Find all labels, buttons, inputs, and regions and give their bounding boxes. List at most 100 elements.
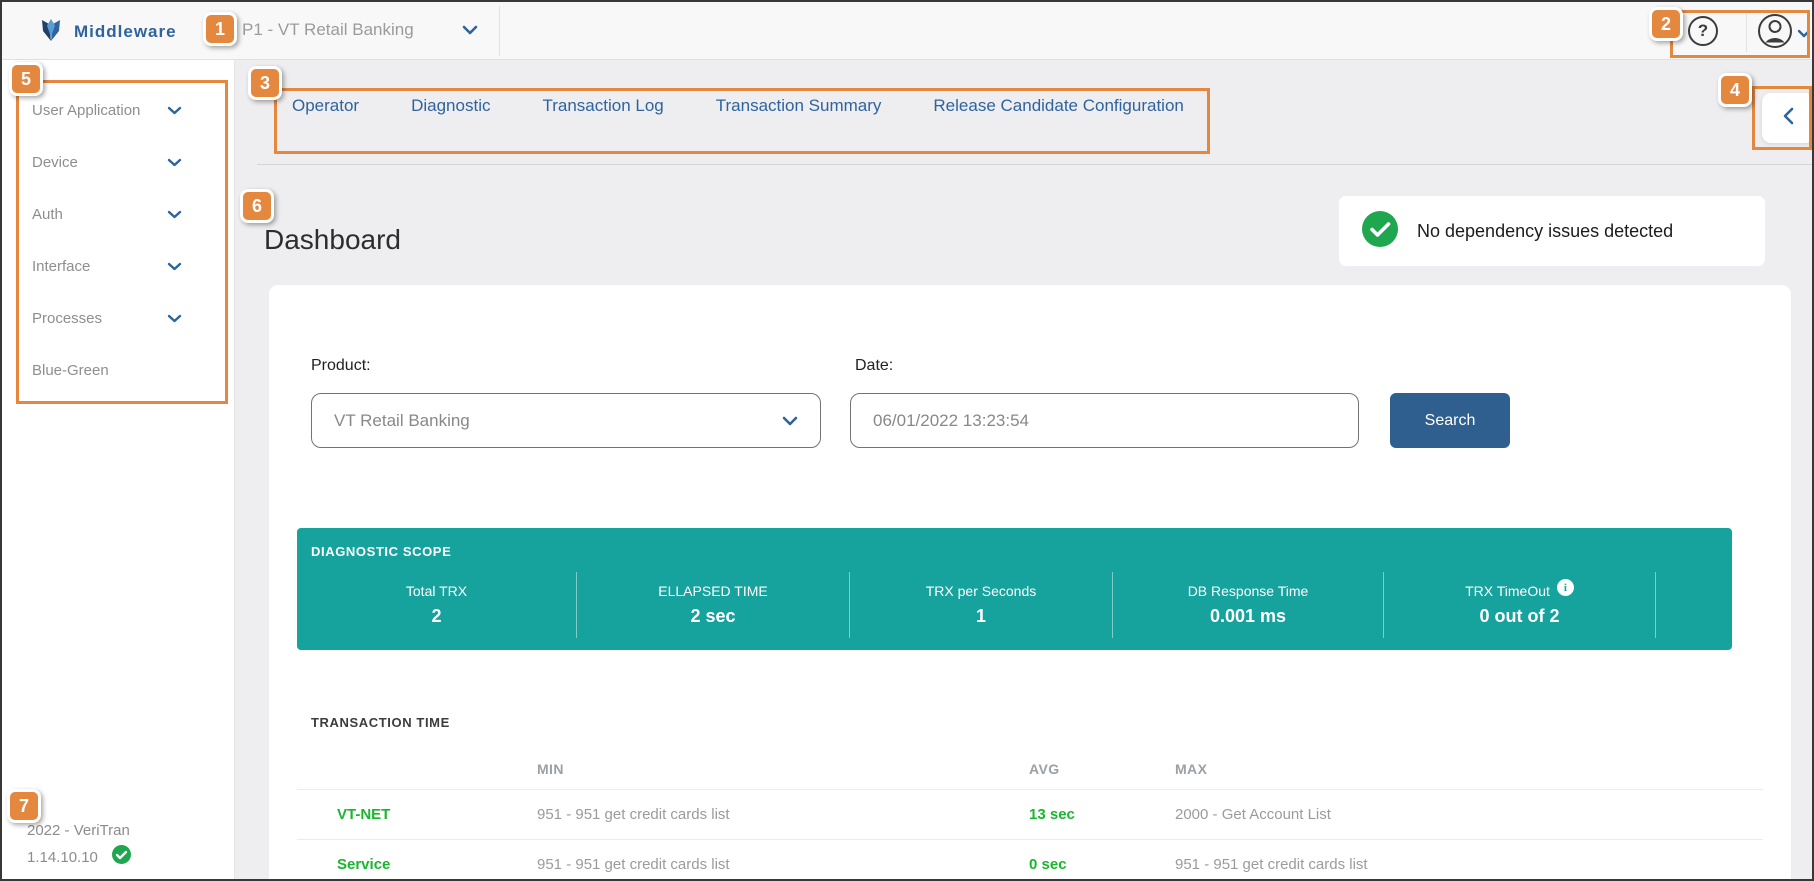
chevron-left-icon xyxy=(1782,107,1794,130)
tab-transaction-summary[interactable]: Transaction Summary xyxy=(716,96,882,116)
chevron-down-icon xyxy=(167,158,182,167)
sidebar-item-processes[interactable]: Processes xyxy=(2,292,234,344)
stat-total-trx: Total TRX 2 xyxy=(297,572,577,638)
tab-release-candidate-configuration[interactable]: Release Candidate Configuration xyxy=(933,96,1183,116)
table-header-row: MIN AVG MAX xyxy=(297,748,1763,790)
page-title: Dashboard xyxy=(264,224,401,255)
row-name: Service xyxy=(337,856,391,873)
row-name: VT-NET xyxy=(337,806,391,823)
chevron-down-icon xyxy=(462,25,478,35)
date-label: Date: xyxy=(855,357,894,374)
chevron-down-icon xyxy=(1797,29,1811,38)
diagnostic-scope-panel: DIAGNOSTIC SCOPE Total TRX 2 ELLAPSED TI… xyxy=(297,528,1732,650)
diagnostic-scope-stats: Total TRX 2 ELLAPSED TIME 2 sec TRX per … xyxy=(297,572,1732,638)
date-input-value: 06/01/2022 13:23:54 xyxy=(873,410,1029,430)
collapse-panel-button[interactable] xyxy=(1762,93,1812,143)
stat-label: DB Response Time xyxy=(1187,583,1309,599)
stat-db-response-time: DB Response Time 0.001 ms xyxy=(1113,572,1384,638)
transaction-time-title: TRANSACTION TIME xyxy=(311,715,450,730)
section-tabs: Operator Diagnostic Transaction Log Tran… xyxy=(292,96,1184,116)
stat-value: 0 out of 2 xyxy=(1479,606,1560,626)
row-min: 951 - 951 get credit cards list xyxy=(537,806,730,823)
stat-label: ELLAPSED TIME xyxy=(658,583,768,599)
chevron-down-icon xyxy=(167,106,182,115)
callout-badge-2: 2 xyxy=(1649,7,1683,41)
avatar-icon xyxy=(1757,13,1793,54)
product-environment-selector[interactable]: P1 - VT Retail Banking xyxy=(242,20,478,40)
callout-badge-4: 4 xyxy=(1718,73,1752,107)
callout-badge-7: 7 xyxy=(7,789,41,823)
copyright-text: 2022 - VeriTran xyxy=(27,822,130,839)
row-avg: 13 sec xyxy=(1029,806,1075,823)
sidebar-item-blue-green[interactable]: Blue-Green xyxy=(2,344,234,396)
sidebar-item-label: Device xyxy=(32,153,78,171)
sidebar-item-label: Blue-Green xyxy=(32,361,109,379)
row-max: 2000 - Get Account List xyxy=(1175,806,1331,823)
row-avg: 0 sec xyxy=(1029,856,1067,873)
search-button[interactable]: Search xyxy=(1390,393,1510,448)
chevron-down-icon xyxy=(167,262,182,271)
row-max: 951 - 951 get credit cards list xyxy=(1175,856,1368,873)
dependency-status-text: No dependency issues detected xyxy=(1417,220,1674,241)
date-input[interactable]: 06/01/2022 13:23:54 xyxy=(850,393,1359,448)
user-menu[interactable] xyxy=(1757,13,1811,54)
question-icon: ? xyxy=(1697,21,1709,40)
product-environment-label: P1 - VT Retail Banking xyxy=(242,20,414,39)
tab-operator[interactable]: Operator xyxy=(292,96,359,116)
callout-badge-5: 5 xyxy=(9,62,43,96)
tab-diagnostic[interactable]: Diagnostic xyxy=(411,96,490,116)
dependency-status-card: No dependency issues detected xyxy=(1339,196,1765,266)
topbar-divider xyxy=(1746,10,1747,52)
stat-value: 2 xyxy=(431,606,442,626)
help-button[interactable]: ? xyxy=(1688,16,1718,46)
transaction-time-section: TRANSACTION TIME MIN AVG MAX VT-NET 951 … xyxy=(297,715,1763,879)
stat-value: 0.001 ms xyxy=(1209,606,1287,626)
sidebar-item-interface[interactable]: Interface xyxy=(2,240,234,292)
tabs-divider xyxy=(257,164,1812,165)
sidebar-item-label: User Application xyxy=(32,101,141,119)
product-label: Product: xyxy=(311,357,371,374)
table-header-max: MAX xyxy=(1175,760,1208,777)
chevron-down-icon xyxy=(167,314,182,323)
callout-badge-1: 1 xyxy=(203,12,237,46)
chevron-down-icon xyxy=(167,210,182,219)
sidebar-item-device[interactable]: Device xyxy=(2,136,234,188)
table-header-min: MIN xyxy=(537,760,564,777)
sidebar-menu: User Application Device Auth Interface P… xyxy=(2,60,234,396)
stat-spacer xyxy=(1656,572,1732,638)
sidebar-item-label: Interface xyxy=(32,257,91,275)
version-text: 1.14.10.10 xyxy=(27,848,98,866)
info-icon[interactable]: i xyxy=(1556,579,1574,596)
table-header-avg: AVG xyxy=(1029,760,1060,777)
table-row: VT-NET 951 - 951 get credit cards list 1… xyxy=(297,790,1763,840)
sidebar-item-label: Auth xyxy=(32,205,63,223)
middleware-logo-icon xyxy=(38,16,64,47)
diagnostic-scope-title: DIAGNOSTIC SCOPE xyxy=(311,544,452,559)
topbar: Middleware P1 - VT Retail Banking ? xyxy=(2,2,1812,60)
brand-name: Middleware xyxy=(74,21,177,41)
sidebar-item-label: Processes xyxy=(32,309,103,327)
version-ok-icon xyxy=(111,845,131,869)
check-circle-icon xyxy=(1361,210,1399,253)
chevron-down-icon xyxy=(782,416,798,426)
stat-trx-per-seconds: TRX per Seconds 1 xyxy=(850,572,1113,638)
stat-value: 2 sec xyxy=(690,606,736,626)
stat-label: Total TRX xyxy=(405,583,468,599)
sidebar: User Application Device Auth Interface P… xyxy=(2,60,235,879)
tab-transaction-log[interactable]: Transaction Log xyxy=(542,96,663,116)
sidebar-item-auth[interactable]: Auth xyxy=(2,188,234,240)
stat-label-text: TRX TimeOut xyxy=(1465,583,1550,599)
transaction-time-table: MIN AVG MAX VT-NET 951 - 951 get credit … xyxy=(297,748,1763,879)
stat-trx-timeout: TRX TimeOut i 0 out of 2 xyxy=(1384,572,1656,638)
stat-label: TRX TimeOut i xyxy=(1465,579,1574,599)
stat-label: TRX per Seconds xyxy=(925,583,1037,599)
row-min: 951 - 951 get credit cards list xyxy=(537,856,730,873)
dashboard-card: Product: VT Retail Banking Date: 06/01/2… xyxy=(269,285,1791,879)
product-select[interactable]: VT Retail Banking xyxy=(311,393,821,448)
callout-badge-3: 3 xyxy=(248,66,282,100)
table-row: Service 951 - 951 get credit cards list … xyxy=(297,840,1763,879)
stat-value: 1 xyxy=(975,606,986,626)
brand-logo: Middleware xyxy=(38,16,177,47)
topbar-divider xyxy=(499,6,500,56)
stat-ellapsed-time: ELLAPSED TIME 2 sec xyxy=(577,572,850,638)
